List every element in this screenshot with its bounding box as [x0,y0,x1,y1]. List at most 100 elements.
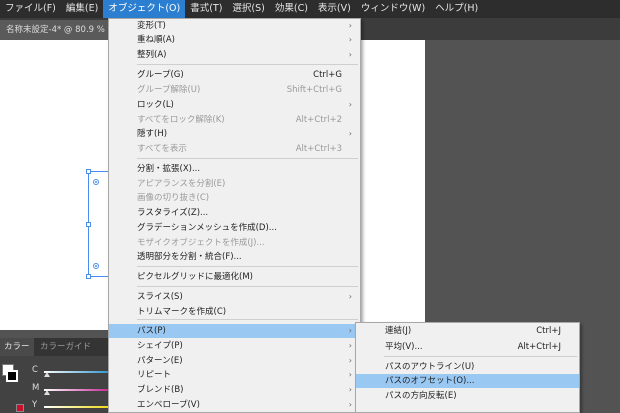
path-submenu-item-label: 平均(V)... [385,342,423,352]
c-slider[interactable] [44,371,114,373]
object-menu-item[interactable]: スライス(S) › [109,290,360,304]
menu-separator [137,286,358,287]
y-slider[interactable] [44,406,114,408]
object-menu-item-label: ラスタライズ(Z)... [137,208,209,218]
menu-file[interactable]: ファイル(F) [0,0,61,18]
path-submenu-item-label: 連結(J) [385,326,412,336]
path-submenu-item[interactable]: 連結(J) Ctrl+J [356,324,579,338]
stroke-swatch[interactable] [6,370,18,382]
object-menu-item-shortcut: Shift+Ctrl+G [286,85,342,95]
menu-type[interactable]: 書式(T) [185,0,227,18]
object-menu-item[interactable]: 変形(T) › [109,19,360,33]
object-menu-item-label: モザイクオブジェクトを作成(J)... [137,238,265,248]
object-menu-item: すべてをロック解除(K) Alt+Ctrl+2 [109,113,360,127]
object-menu-item: すべてを表示 Alt+Ctrl+3 [109,142,360,156]
object-menu-item-label: 重ね順(A) [137,35,175,45]
object-menu-item[interactable]: パス(P) › [109,324,360,338]
menu-object[interactable]: オブジェクト(O) [103,0,186,18]
object-menu-item-label: すべてをロック解除(K) [137,115,225,125]
object-menu-item[interactable]: ブレンド(B) › [109,383,360,397]
object-menu-item-label: エンベロープ(V) [137,400,200,410]
object-menu-item[interactable]: 透明部分を分割・統合(F)... [109,250,360,264]
c-slider-handle-icon[interactable] [44,372,50,377]
object-menu-item[interactable]: ラスタライズ(Z)... [109,206,360,220]
path-submenu: 連結(J) Ctrl+J 平均(V)... Alt+Ctrl+J パスのアウトライン(U… [355,322,580,413]
chevron-right-icon: › [348,326,352,335]
menu-separator [384,356,577,357]
object-menu-item-label: グラデーションメッシュを作成(D)... [137,223,277,233]
object-menu-item[interactable]: 整列(A) › [109,48,360,62]
menu-window[interactable]: ウィンドウ(W) [356,0,430,18]
object-menu-item[interactable]: リピート › [109,368,360,382]
color-swatch[interactable] [16,404,24,412]
object-menu-item-label: シェイプ(P) [137,341,183,351]
object-menu-item[interactable]: 重ね順(A) › [109,33,360,47]
object-menu-item-label: スライス(S) [137,292,183,302]
object-menu-item-shortcut: Alt+Ctrl+3 [295,144,342,154]
chevron-right-icon: › [348,400,352,409]
object-menu-item[interactable]: グラデーションメッシュを作成(D)... [109,221,360,235]
object-menu-item[interactable]: シェイプ(P) › [109,339,360,353]
chevron-right-icon: › [348,50,352,59]
chevron-right-icon: › [348,35,352,44]
selection-handle[interactable] [86,274,91,279]
object-menu-item-label: グループ(G) [137,70,184,80]
object-menu-item: グループ解除(U) Shift+Ctrl+G [109,83,360,97]
object-menu-item-label: 分割・拡張(X)... [137,164,201,174]
m-slider[interactable] [44,389,114,391]
menu-view[interactable]: 表示(V) [313,0,356,18]
object-menu-item[interactable]: グループ(G) Ctrl+G [109,68,360,82]
object-menu-item-label: ブレンド(B) [137,385,184,395]
anchor-point-icon[interactable] [93,179,99,185]
object-menu-item[interactable]: 分割・拡張(X)... [109,162,360,176]
chevron-right-icon: › [348,129,352,138]
document-tab[interactable]: 名称未設定-4* @ 80.9 % ( [0,20,117,40]
menu-separator [137,158,358,159]
object-menu-item[interactable]: ピクセルグリッドに最適化(M) [109,270,360,284]
chevron-right-icon: › [348,21,352,30]
object-menu-item-label: ピクセルグリッドに最適化(M) [137,272,253,282]
object-menu-item-shortcut: Ctrl+G [313,70,342,80]
object-menu-item: 画像の切り抜き(C) [109,191,360,205]
object-menu-item: アピアランスを分割(E) [109,177,360,191]
object-menu-item[interactable]: エンベロープ(V) › [109,398,360,412]
path-submenu-item[interactable]: 平均(V)... Alt+Ctrl+J [356,340,579,354]
menu-help[interactable]: ヘルプ(H) [430,0,483,18]
channel-label-y: Y [32,400,38,410]
tab-color-guide[interactable]: カラーガイド [36,338,95,356]
pasteboard[interactable] [425,40,620,320]
selection-handle[interactable] [86,222,91,227]
object-menu-item-label: リピート [137,370,172,380]
channel-label-c: C [32,365,38,375]
anchor-point-icon[interactable] [93,263,99,269]
path-submenu-item[interactable]: パスのアウトライン(U) [356,360,579,374]
object-menu-item[interactable]: ロック(L) › [109,98,360,112]
chevron-right-icon: › [348,385,352,394]
menu-separator [137,266,358,267]
menu-separator [137,64,358,65]
menu-effect[interactable]: 効果(C) [270,0,313,18]
object-menu-item[interactable]: トリムマークを作成(C) [109,305,360,319]
object-menu-item-label: 変形(T) [137,21,166,31]
path-submenu-item[interactable]: パスの方向反転(E) [356,389,579,403]
object-menu-item-label: ロック(L) [137,100,174,110]
path-submenu-item-label: パスのアウトライン(U) [385,362,475,372]
selection-handle[interactable] [86,169,91,174]
object-menu: 変形(T) › 重ね順(A) › 整列(A) › グループ(G) Ctrl+G グループ解除(U… [108,18,361,413]
object-menu-item[interactable]: 隠す(H) › [109,127,360,141]
menu-separator [137,319,358,320]
object-menu-item-label: パターン(E) [137,356,183,366]
path-submenu-item[interactable]: パスのオフセット(O)... [356,374,579,388]
object-menu-item[interactable]: パターン(E) › [109,354,360,368]
menubar: ファイル(F) 編集(E) オブジェクト(O) 書式(T) 選択(S) 効果(C… [0,0,620,18]
object-menu-item-shortcut: Alt+Ctrl+2 [295,115,342,125]
path-submenu-item-label: パスのオフセット(O)... [385,376,475,386]
object-menu-item-label: グループ解除(U) [137,85,201,95]
menu-select[interactable]: 選択(S) [227,0,269,18]
object-menu-item-label: アピアランスを分割(E) [137,179,226,189]
menu-edit[interactable]: 編集(E) [61,0,103,18]
object-menu-item-label: すべてを表示 [137,144,187,154]
object-menu-item-label: 整列(A) [137,50,167,60]
tab-color[interactable]: カラー [0,338,34,356]
m-slider-handle-icon[interactable] [44,390,50,395]
